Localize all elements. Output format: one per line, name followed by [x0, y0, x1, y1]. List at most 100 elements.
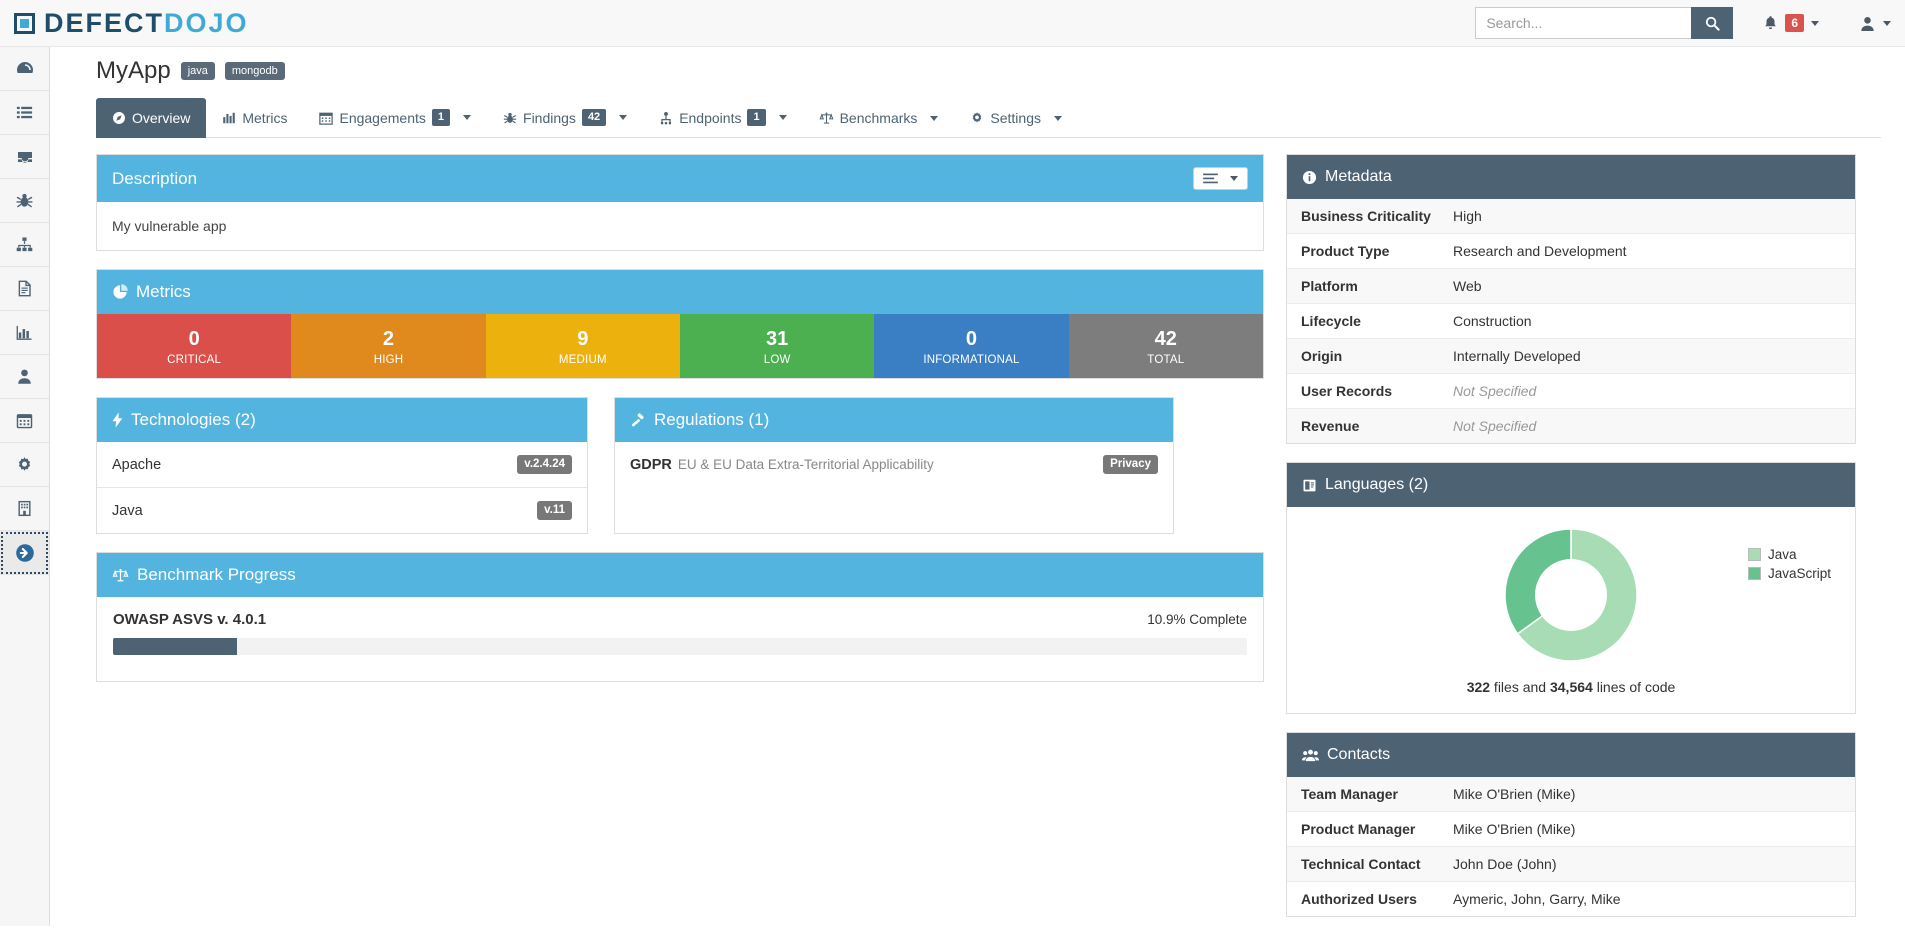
benchmark-panel-header: Benchmark Progress	[97, 553, 1263, 597]
contact-row: Team ManagerMike O'Brien (Mike)	[1287, 777, 1855, 811]
contact-key: Technical Contact	[1301, 856, 1453, 872]
metrics-panel-header: Metrics	[97, 270, 1263, 314]
product-tag[interactable]: mongodb	[225, 62, 285, 80]
top-navigation-right: 6	[1475, 0, 1905, 47]
severity-box-informational[interactable]: 0 INFORMATIONAL	[874, 314, 1068, 378]
severity-label: MEDIUM	[486, 354, 680, 366]
logo-mark-icon	[14, 13, 35, 34]
metadata-panel-title: Metadata	[1325, 168, 1392, 186]
description-panel-header: Description	[97, 155, 1263, 202]
sidebar-item-calendar[interactable]	[0, 399, 49, 443]
search-button[interactable]	[1691, 7, 1733, 39]
tab-findings[interactable]: Findings 42	[487, 97, 643, 138]
regulation-code: GDPR	[630, 457, 672, 473]
severity-box-low[interactable]: 31 LOW	[680, 314, 874, 378]
severity-box-medium[interactable]: 9 MEDIUM	[486, 314, 680, 378]
product-tab-bar: Overview Metrics Engagements 1 Findings …	[96, 97, 1881, 138]
legend-swatch-javascript	[1748, 567, 1761, 580]
regulations-panel-header: Regulations (1)	[615, 398, 1173, 442]
sidebar-item-reports[interactable]	[0, 267, 49, 311]
contacts-panel: Contacts Team ManagerMike O'Brien (Mike)…	[1286, 732, 1856, 917]
lines-count: 34,564	[1550, 679, 1593, 695]
technology-row[interactable]: Java v.11	[97, 487, 587, 533]
tab-benchmarks[interactable]: Benchmarks	[803, 98, 955, 138]
metadata-row: User RecordsNot Specified	[1287, 373, 1855, 408]
calendar-icon	[319, 111, 333, 125]
severity-box-high[interactable]: 2 HIGH	[291, 314, 485, 378]
hamburger-icon	[1203, 173, 1218, 184]
document-icon	[15, 279, 34, 298]
sidebar-item-users[interactable]	[0, 355, 49, 399]
sidebar-item-metrics[interactable]	[0, 311, 49, 355]
metadata-row: LifecycleConstruction	[1287, 303, 1855, 338]
tab-badge: 42	[582, 109, 606, 126]
tab-badge: 1	[747, 109, 765, 126]
sidebar-item-sitemap[interactable]	[0, 223, 49, 267]
contacts-panel-header: Contacts	[1287, 733, 1855, 777]
sidebar-item-settings[interactable]	[0, 443, 49, 487]
severity-box-total[interactable]: 42 TOTAL	[1069, 314, 1263, 378]
technology-name: Java	[112, 503, 143, 519]
sidebar-item-inbox[interactable]	[0, 135, 49, 179]
pie-chart-icon	[112, 284, 128, 300]
sidebar-item-list[interactable]	[0, 91, 49, 135]
tab-endpoints[interactable]: Endpoints 1	[643, 97, 802, 138]
user-icon	[15, 367, 34, 386]
tab-settings[interactable]: Settings	[954, 98, 1078, 138]
calendar-icon	[15, 411, 34, 430]
legend-item: JavaScript	[1748, 566, 1831, 581]
content-columns: Description My vulnerable app Metrics	[96, 154, 1881, 935]
tab-metrics[interactable]: Metrics	[206, 98, 303, 138]
description-panel-title: Description	[112, 169, 197, 189]
metadata-value: High	[1453, 208, 1482, 224]
severity-count: 31	[680, 327, 874, 351]
sidebar-item-expand[interactable]	[0, 531, 49, 575]
search-input[interactable]	[1475, 7, 1691, 39]
severity-box-critical[interactable]: 0 CRITICAL	[97, 314, 291, 378]
languages-legend: Java JavaScript	[1748, 547, 1831, 585]
files-count: 322	[1467, 679, 1490, 695]
logo-wordmark: DEFECTDOJO	[44, 8, 249, 39]
metadata-value: Not Specified	[1453, 418, 1536, 434]
metadata-row: Business CriticalityHigh	[1287, 199, 1855, 233]
languages-chart-area: Java JavaScript 322 files and 34,564 lin…	[1287, 507, 1855, 713]
languages-panel-title: Languages (2)	[1325, 476, 1428, 494]
legend-swatch-java	[1748, 548, 1761, 561]
legend-label: JavaScript	[1768, 566, 1831, 581]
scales-icon	[112, 567, 129, 583]
languages-donut-chart	[1497, 521, 1645, 669]
defectdojo-logo[interactable]: DEFECTDOJO	[14, 0, 249, 47]
notifications-menu[interactable]: 6	[1763, 14, 1819, 32]
logo-dojo-text: DOJO	[164, 8, 249, 38]
sidebar-item-dashboard[interactable]	[0, 47, 49, 91]
contact-key: Team Manager	[1301, 786, 1453, 802]
contact-value: Mike O'Brien (Mike)	[1453, 786, 1575, 802]
gear-icon	[15, 455, 34, 474]
chevron-down-icon	[1811, 21, 1819, 26]
description-actions-button[interactable]	[1193, 167, 1248, 190]
tab-label: Findings	[523, 110, 576, 126]
metadata-key: Origin	[1301, 348, 1453, 364]
tab-overview[interactable]: Overview	[96, 98, 206, 138]
sidebar-item-findings[interactable]	[0, 179, 49, 223]
benchmark-progress-track	[113, 638, 1247, 655]
sidebar-item-organization[interactable]	[0, 487, 49, 531]
contact-value: Mike O'Brien (Mike)	[1453, 821, 1575, 837]
tab-engagements[interactable]: Engagements 1	[303, 97, 487, 138]
product-tag[interactable]: java	[181, 62, 215, 80]
user-account-menu[interactable]	[1859, 15, 1891, 32]
bar-chart-icon	[222, 111, 236, 125]
notification-count-badge: 6	[1785, 14, 1804, 32]
languages-panel-header: Languages (2)	[1287, 463, 1855, 507]
logo-defect-text: DEFECT	[44, 8, 164, 38]
bolt-icon	[112, 412, 123, 428]
metadata-key: Lifecycle	[1301, 313, 1453, 329]
technology-row[interactable]: Apache v.2.4.24	[97, 442, 587, 487]
chevron-down-icon	[619, 115, 627, 120]
tab-label: Overview	[132, 110, 190, 126]
bug-icon	[503, 111, 517, 125]
contact-key: Authorized Users	[1301, 891, 1453, 907]
severity-count: 0	[874, 327, 1068, 351]
metadata-value: Construction	[1453, 313, 1532, 329]
regulation-row[interactable]: GDPR EU & EU Data Extra-Territorial Appl…	[615, 442, 1173, 487]
